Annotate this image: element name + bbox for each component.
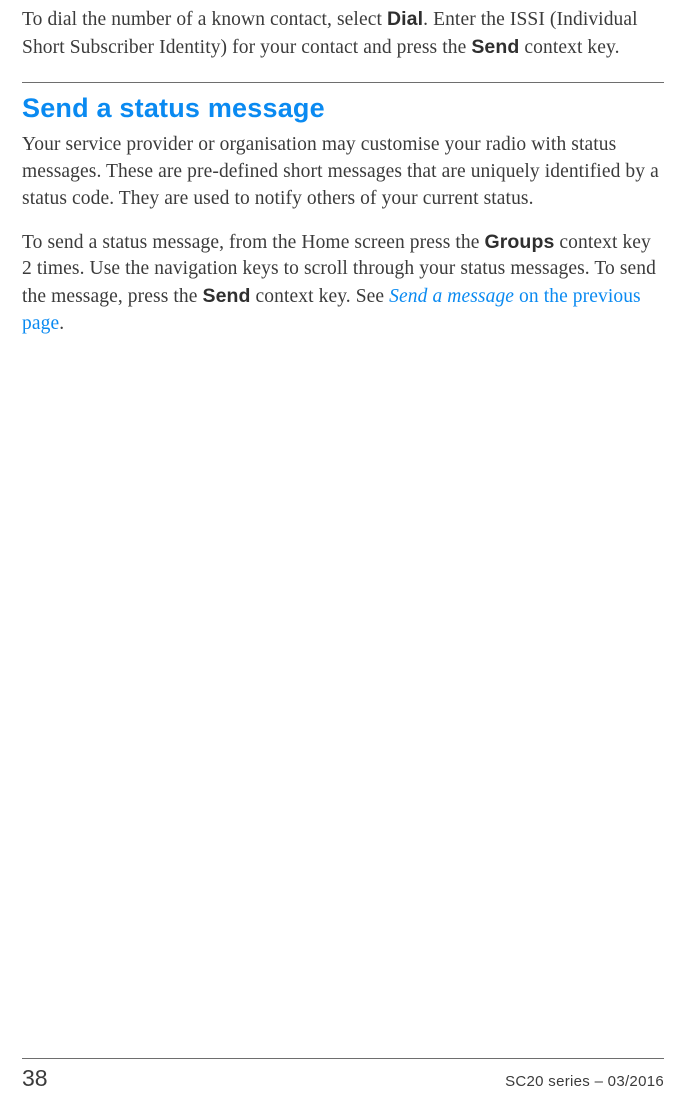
doc-info: SC20 series – 03/2016 <box>505 1073 664 1090</box>
page-footer: 38 SC20 series – 03/2016 <box>22 1058 664 1092</box>
text: To dial the number of a known contact, s… <box>22 9 387 30</box>
section-paragraph-1: Your service provider or organisation ma… <box>22 132 664 213</box>
footer-row: 38 SC20 series – 03/2016 <box>22 1065 664 1092</box>
bold-send: Send <box>471 36 519 58</box>
page-number: 38 <box>22 1065 48 1092</box>
section-divider <box>22 82 664 83</box>
bold-groups: Groups <box>484 231 554 253</box>
text: To send a status message, from the Home … <box>22 232 484 253</box>
intro-paragraph: To dial the number of a known contact, s… <box>22 6 664 62</box>
text: context key. See <box>251 286 390 307</box>
text: . <box>59 313 64 334</box>
footer-divider <box>22 1058 664 1059</box>
section-paragraph-2: To send a status message, from the Home … <box>22 229 664 339</box>
link-text-italic: Send a message <box>389 286 514 307</box>
bold-send-2: Send <box>202 285 250 307</box>
page-content: To dial the number of a known contact, s… <box>0 0 686 338</box>
section-heading: Send a status message <box>22 93 664 124</box>
text: context key. <box>519 37 619 58</box>
bold-dial: Dial <box>387 8 423 30</box>
